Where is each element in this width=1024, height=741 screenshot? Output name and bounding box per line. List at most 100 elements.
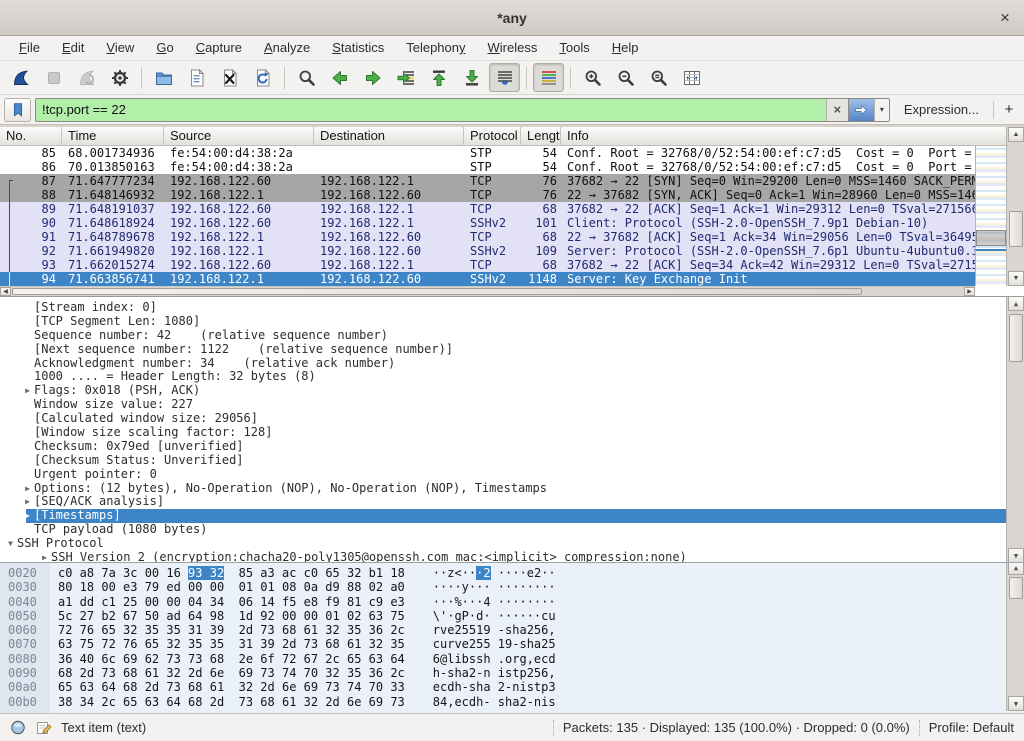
close-file-button[interactable] (214, 63, 245, 92)
hex-row-0050[interactable]: 00505c 27 b2 67 50 ad 64 98 1d 92 00 00 … (0, 609, 1024, 623)
hex-row-00b0[interactable]: 00b038 34 2c 65 63 64 68 2d 73 68 61 32 … (0, 695, 1024, 709)
column-header-src[interactable]: Source (164, 127, 314, 145)
expander-closed-icon[interactable]: ▶ (21, 384, 34, 398)
go-to-bottom-button[interactable] (456, 63, 487, 92)
expander-closed-icon[interactable]: ▶ (21, 509, 34, 523)
scroll-up-icon[interactable]: ▲ (1008, 127, 1024, 142)
packet-row-87[interactable]: 8771.647777234192.168.122.60192.168.122.… (0, 174, 975, 188)
menu-tools[interactable]: Tools (548, 36, 600, 60)
packet-list-hthumb[interactable] (12, 288, 862, 295)
hex-row-0030[interactable]: 003080 18 00 e3 79 ed 00 00 01 01 08 0a … (0, 580, 1024, 594)
filter-apply-button[interactable] (848, 99, 874, 121)
detail-row[interactable]: [Calculated window size: 29056] (0, 412, 1006, 426)
detail-row[interactable]: [Window size scaling factor: 128] (0, 426, 1006, 440)
expander-closed-icon[interactable]: ▶ (21, 482, 34, 496)
detail-row[interactable]: [Stream index: 0] (0, 301, 1006, 315)
packet-list-hscrollbar[interactable]: ◀ ▶ (0, 286, 975, 296)
detail-row[interactable]: [Checksum Status: Unverified] (0, 454, 1006, 468)
zoom-out-button[interactable] (610, 63, 641, 92)
go-to-packet-button[interactable] (390, 63, 421, 92)
open-file-button[interactable] (148, 63, 179, 92)
packet-row-91[interactable]: 9171.648789678192.168.122.1192.168.122.6… (0, 230, 975, 244)
scroll-down-icon[interactable]: ▼ (1008, 548, 1024, 562)
detail-row[interactable]: ▶Flags: 0x018 (PSH, ACK) (0, 384, 1006, 398)
packet-list-vthumb[interactable] (1009, 211, 1023, 247)
packet-row-86[interactable]: 8670.013850163fe:54:00:d4:38:2aSTP54Conf… (0, 160, 975, 174)
details-vthumb[interactable] (1009, 314, 1023, 362)
detail-row[interactable]: [Next sequence number: 1122 (relative se… (0, 343, 1006, 357)
expander-closed-icon[interactable]: ▶ (21, 495, 34, 509)
filter-bookmark-button[interactable] (4, 98, 31, 122)
menu-edit[interactable]: Edit (51, 36, 95, 60)
detail-row[interactable]: ▶[Timestamps] (0, 509, 1006, 523)
intelligent-scrollbar[interactable] (975, 146, 1006, 286)
column-header-info[interactable]: Info (561, 127, 1006, 145)
scroll-up-icon[interactable]: ▲ (1008, 296, 1024, 311)
column-header-time[interactable]: Time (62, 127, 164, 145)
menu-file[interactable]: File (8, 36, 51, 60)
colorize-button[interactable] (533, 63, 564, 92)
scroll-down-icon[interactable]: ▼ (1008, 696, 1024, 711)
packet-row-85[interactable]: 8568.001734936fe:54:00:d4:38:2aSTP54Conf… (0, 146, 975, 160)
detail-row[interactable]: ▶[SEQ/ACK analysis] (0, 495, 1006, 509)
packet-row-94[interactable]: 9471.663856741192.168.122.1192.168.122.6… (0, 272, 975, 286)
column-header-len[interactable]: Length (521, 127, 561, 145)
scroll-left-icon[interactable]: ◀ (0, 287, 11, 296)
expert-info-icon[interactable] (10, 719, 26, 736)
menu-statistics[interactable]: Statistics (321, 36, 395, 60)
column-header-no[interactable]: No. (0, 127, 62, 145)
column-header-proto[interactable]: Protocol (464, 127, 521, 145)
hex-row-0020[interactable]: 0020c0 a8 7a 3c 00 16 93 32 85 a3 ac c0 … (0, 566, 1024, 580)
packet-row-93[interactable]: 9371.662015274192.168.122.60192.168.122.… (0, 258, 975, 272)
hex-row-0070[interactable]: 007063 75 72 76 65 32 35 35 31 39 2d 73 … (0, 637, 1024, 651)
stop-capture-button[interactable] (38, 63, 69, 92)
details-vscrollbar[interactable]: ▲ ▼ (1006, 296, 1024, 562)
packet-list-vscrollbar[interactable]: ▲ ▼ (1006, 127, 1024, 286)
menu-telephony[interactable]: Telephony (395, 36, 476, 60)
detail-row[interactable]: TCP payload (1080 bytes) (0, 523, 1006, 537)
capture-comment-icon[interactable] (35, 719, 52, 736)
profile-text[interactable]: Profile: Default (929, 720, 1014, 735)
menu-go[interactable]: Go (145, 36, 184, 60)
menu-capture[interactable]: Capture (185, 36, 253, 60)
menu-help[interactable]: Help (601, 36, 650, 60)
filter-dropdown-button[interactable]: ▾ (874, 99, 889, 121)
go-back-button[interactable] (324, 63, 355, 92)
menu-wireless[interactable]: Wireless (477, 36, 549, 60)
hex-row-00a0[interactable]: 00a065 63 64 68 2d 73 68 61 32 2d 6e 69 … (0, 680, 1024, 694)
menu-analyze[interactable]: Analyze (253, 36, 321, 60)
scroll-right-icon[interactable]: ▶ (964, 287, 975, 296)
hex-row-0080[interactable]: 008036 40 6c 69 62 73 73 68 2e 6f 72 67 … (0, 652, 1024, 666)
packet-row-92[interactable]: 9271.661949820192.168.122.1192.168.122.6… (0, 244, 975, 258)
save-file-button[interactable] (181, 63, 212, 92)
menu-view[interactable]: View (95, 36, 145, 60)
add-filter-button[interactable]: + (998, 101, 1020, 118)
detail-row[interactable]: Urgent pointer: 0 (0, 468, 1006, 482)
capture-options-button[interactable] (104, 63, 135, 92)
reload-file-button[interactable] (247, 63, 278, 92)
column-header-dst[interactable]: Destination (314, 127, 464, 145)
start-capture-button[interactable] (5, 63, 36, 92)
detail-row[interactable]: Acknowledgment number: 34 (relative ack … (0, 357, 1006, 371)
close-icon[interactable]: × (994, 7, 1016, 29)
auto-scroll-button[interactable] (489, 63, 520, 92)
expression-button[interactable]: Expression... (894, 102, 989, 117)
scroll-down-icon[interactable]: ▼ (1008, 271, 1024, 286)
restart-capture-button[interactable] (71, 63, 102, 92)
hex-row-0090[interactable]: 009068 2d 73 68 61 32 2d 6e 69 73 74 70 … (0, 666, 1024, 680)
zoom-100-button[interactable] (643, 63, 674, 92)
bytes-vscrollbar[interactable]: ▲ ▼ (1006, 562, 1024, 711)
filter-clear-button[interactable]: × (826, 99, 848, 121)
hex-row-0040[interactable]: 0040a1 dd c1 25 00 00 04 34 06 14 f5 e8 … (0, 595, 1024, 609)
find-packet-button[interactable] (291, 63, 322, 92)
hex-row-0060[interactable]: 006072 76 65 32 35 35 31 39 2d 73 68 61 … (0, 623, 1024, 637)
scroll-up-icon[interactable]: ▲ (1008, 562, 1024, 575)
detail-row[interactable]: ▼SSH Protocol (0, 537, 1006, 551)
title-bar[interactable]: *any × (0, 0, 1024, 36)
bytes-vthumb[interactable] (1009, 577, 1023, 599)
detail-row[interactable]: Checksum: 0x79ed [unverified] (0, 440, 1006, 454)
detail-row[interactable]: Window size value: 227 (0, 398, 1006, 412)
packet-row-89[interactable]: 8971.648191037192.168.122.60192.168.122.… (0, 202, 975, 216)
expander-open-icon[interactable]: ▼ (4, 537, 17, 551)
detail-row[interactable]: [TCP Segment Len: 1080] (0, 315, 1006, 329)
